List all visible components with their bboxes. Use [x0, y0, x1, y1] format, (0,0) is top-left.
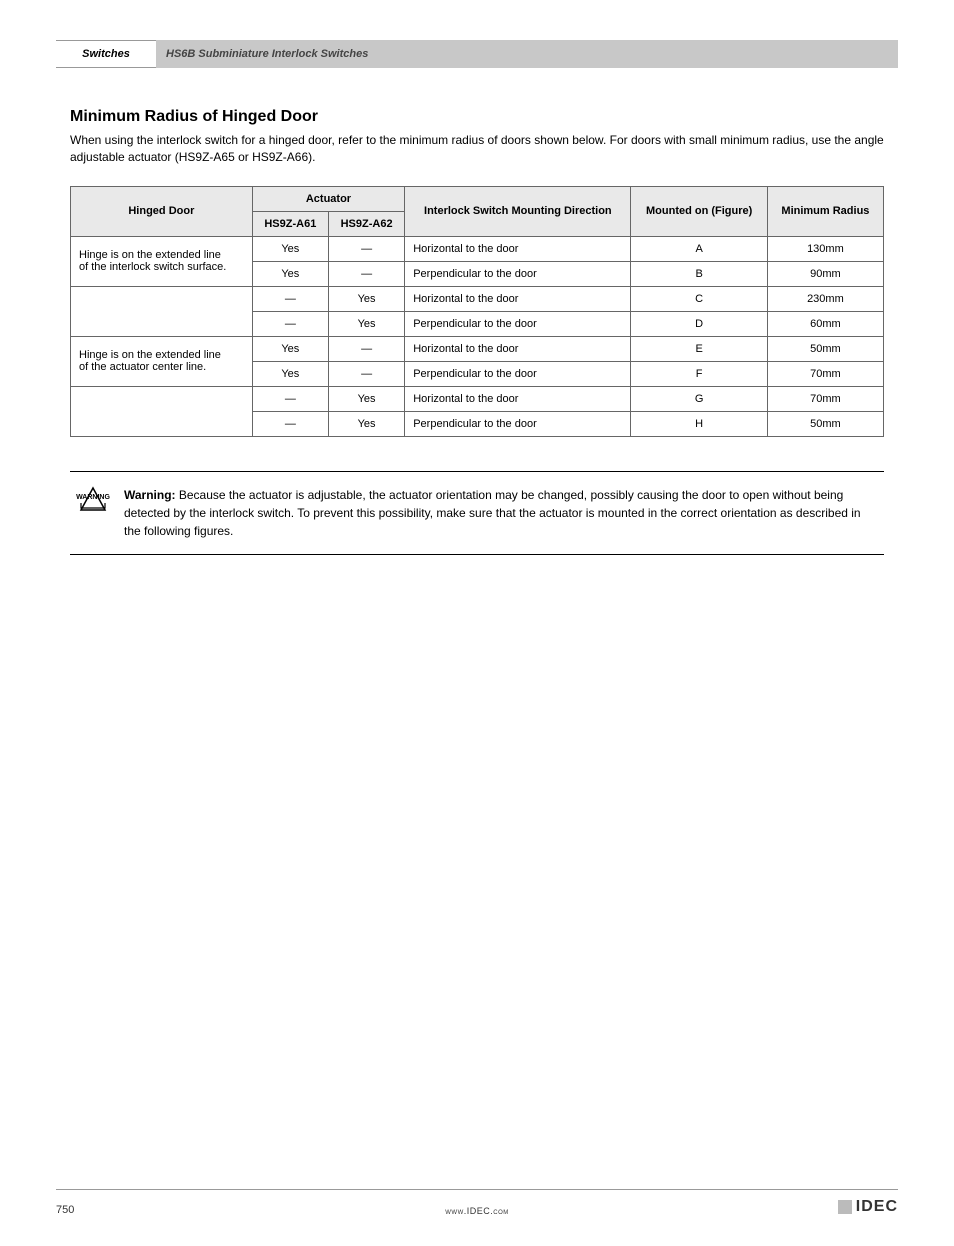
cell-radius: 50mm [767, 411, 883, 436]
cell-a: — [252, 386, 328, 411]
section-title: Minimum Radius of Hinged Door [70, 108, 884, 126]
cell-b: Yes [328, 311, 404, 336]
cell-mounting: Horizontal to the door [405, 336, 631, 361]
cell-mounting: Perpendicular to the door [405, 361, 631, 386]
cell-mounting: Horizontal to the door [405, 386, 631, 411]
cell-mounted: G [631, 386, 767, 411]
warning-text: Warning: Because the actuator is adjusta… [124, 486, 878, 540]
cell-b: — [328, 361, 404, 386]
idec-logo: IDEC [838, 1198, 898, 1216]
warning-box: WARNING Warning: Because the actuator is… [70, 471, 884, 555]
warning-label: Warning: [124, 488, 176, 502]
th-mounted: Mounted on (Figure) [631, 186, 767, 236]
table-row: Hinge is on the extended lineof the inte… [71, 236, 884, 261]
cell-b: Yes [328, 286, 404, 311]
cell-mounted: E [631, 336, 767, 361]
cell-radius: 130mm [767, 236, 883, 261]
cell-mounting: Perpendicular to the door [405, 411, 631, 436]
cell-a: Yes [252, 261, 328, 286]
footer-url: www.IDEC.com [445, 1206, 509, 1216]
cell-mounted: A [631, 236, 767, 261]
cell-b: — [328, 236, 404, 261]
table-row: — Yes Horizontal to the door C 230mm [71, 286, 884, 311]
cell-a: Yes [252, 336, 328, 361]
cell-mounting: Horizontal to the door [405, 236, 631, 261]
cell-b: Yes [328, 411, 404, 436]
cell-mounted: H [631, 411, 767, 436]
header-tab: Switches [56, 40, 156, 68]
cell-a: — [252, 286, 328, 311]
th-actuator-a: HS9Z-A61 [252, 211, 328, 236]
cell-b: — [328, 336, 404, 361]
cell-mounting: Perpendicular to the door [405, 311, 631, 336]
logo-box-icon [838, 1200, 852, 1214]
header-bar: Switches HS6B Subminiature Interlock Swi… [56, 40, 898, 68]
cell-door: Hinge is on the extended lineof the actu… [71, 336, 253, 386]
cell-radius: 70mm [767, 386, 883, 411]
cell-a: Yes [252, 236, 328, 261]
cell-door [71, 286, 253, 336]
cell-a: Yes [252, 361, 328, 386]
cell-a: — [252, 411, 328, 436]
cell-radius: 70mm [767, 361, 883, 386]
cell-radius: 60mm [767, 311, 883, 336]
cell-b: Yes [328, 386, 404, 411]
section-body: When using the interlock switch for a hi… [70, 132, 884, 166]
cell-radius: 50mm [767, 336, 883, 361]
page-footer: 750 www.IDEC.com IDEC [56, 1189, 898, 1216]
cell-radius: 230mm [767, 286, 883, 311]
th-actuator-b: HS9Z-A62 [328, 211, 404, 236]
th-actuator: Actuator [252, 186, 405, 211]
th-radius: Minimum Radius [767, 186, 883, 236]
table-row: — Yes Horizontal to the door G 70mm [71, 386, 884, 411]
th-door: Hinged Door [71, 186, 253, 236]
cell-mounted: F [631, 361, 767, 386]
warning-icon: WARNING [76, 486, 110, 509]
warning-body: Because the actuator is adjustable, the … [124, 488, 861, 538]
cell-radius: 90mm [767, 261, 883, 286]
cell-mounted: D [631, 311, 767, 336]
cell-b: — [328, 261, 404, 286]
cell-mounted: C [631, 286, 767, 311]
logo-text: IDEC [856, 1198, 898, 1216]
header-strip: HS6B Subminiature Interlock Switches [156, 40, 898, 68]
table-row: Hinge is on the extended lineof the actu… [71, 336, 884, 361]
spec-table: Hinged Door Actuator Interlock Switch Mo… [70, 186, 884, 437]
cell-a: — [252, 311, 328, 336]
cell-door [71, 386, 253, 436]
cell-door: Hinge is on the extended lineof the inte… [71, 236, 253, 286]
cell-mounting: Horizontal to the door [405, 286, 631, 311]
th-mounting: Interlock Switch Mounting Direction [405, 186, 631, 236]
cell-mounting: Perpendicular to the door [405, 261, 631, 286]
cell-mounted: B [631, 261, 767, 286]
